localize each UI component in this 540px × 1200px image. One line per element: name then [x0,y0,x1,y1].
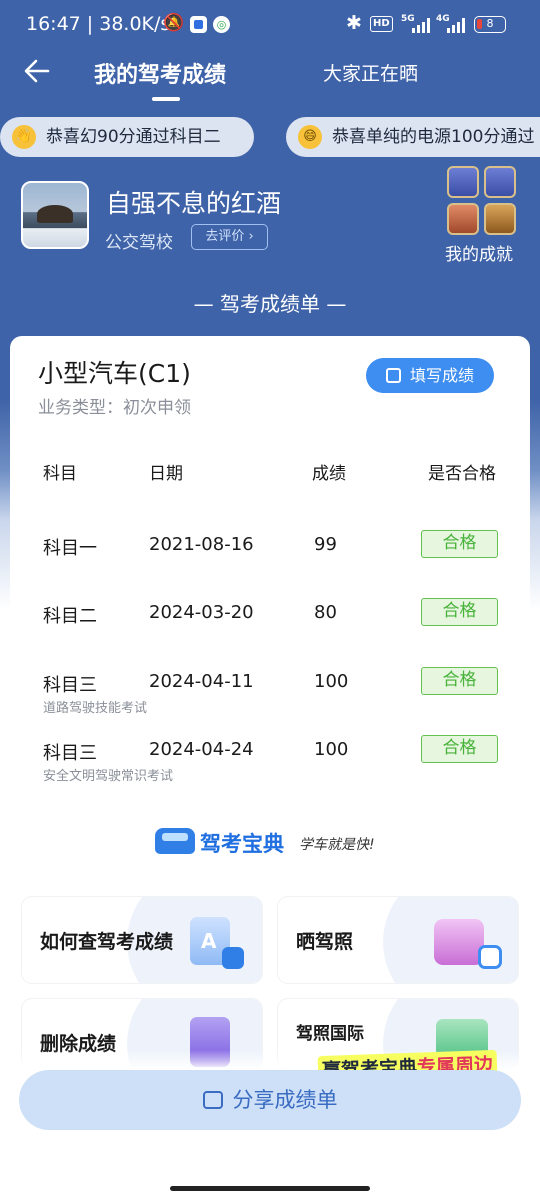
username: 自强不息的红酒 [106,189,282,218]
pass-badge: 合格 [421,667,498,695]
show-license-tile[interactable]: 晒驾照 [278,897,518,983]
column-header-subject: 科目 [43,464,77,484]
column-header-date: 日期 [149,464,183,484]
fill-score-label: 填写成绩 [410,366,475,385]
pass-badge: 合格 [421,735,498,763]
back-arrow-icon[interactable] [22,56,52,86]
smile-emoji-icon: 😄 [298,125,322,149]
row-date: 2024-03-20 [149,602,254,623]
edit-icon [386,368,401,383]
achievement-badge-icon[interactable] [447,203,479,235]
fill-score-button[interactable]: 填写成绩 [366,358,494,393]
achievement-badge-icon[interactable] [447,166,479,198]
tile-label: 如何查驾考成绩 [40,931,174,953]
row-date: 2024-04-24 [149,739,254,760]
camera-icon [478,945,502,969]
brand-slogan: 学车就是快! [299,837,375,853]
pass-badge: 合格 [421,530,498,558]
magnifier-icon [222,947,244,969]
wave-emoji-icon: 👋 [12,125,36,149]
avatar[interactable] [21,181,89,249]
ticker-text: 恭喜幻90分通过科目二 [46,127,221,147]
bluetooth-icon: ✱ [346,12,362,34]
row-score: 100 [314,739,349,760]
my-achievements-link[interactable]: 我的成就 [445,240,513,265]
signal-4g-icon [447,17,469,33]
share-label: 分享成绩单 [232,1088,338,1112]
row-subject: 科目二 [43,606,97,627]
achievement-badge-icon[interactable] [484,166,516,198]
driving-school-name: 公交驾校 [105,233,173,253]
row-date: 2024-04-11 [149,671,254,692]
how-to-check-scores-tile[interactable]: 如何查驾考成绩 A [22,897,262,983]
tab-my-scores[interactable]: 我的驾考成绩 [94,57,226,89]
status-bar: 16:47 | 38.0K/s 🔕 ◎ ✱ HD 5G 4G 8 [0,0,540,50]
active-tab-indicator [152,97,180,101]
tile-label: 晒驾照 [296,931,354,953]
tile-label: 驾照国际 [296,1024,364,1044]
car-logo-icon [155,828,195,854]
ticker-text: 恭喜单纯的电源100分通过 [332,127,535,147]
achievement-badge-icon[interactable] [484,203,516,235]
mute-bell-icon: 🔕 [163,13,185,33]
section-title: — 驾考成绩单 — [193,292,347,316]
photo-icon [434,919,484,965]
share-icon [202,1091,223,1109]
share-button[interactable]: 分享成绩单 [19,1070,521,1130]
tab-everyone-sharing[interactable]: 大家正在晒 [323,59,418,86]
vehicle-type: 小型汽车(C1) [38,359,191,388]
row-subject: 科目三 [43,743,97,764]
row-subject: 科目三 [43,675,97,696]
brand-logo: 驾考宝典 学车就是快! [155,826,385,858]
battery-level: 8 [486,17,494,30]
row-note: 道路驾驶技能考试 [43,701,148,716]
row-score: 99 [314,534,337,555]
column-header-pass: 是否合格 [428,464,496,484]
column-header-score: 成绩 [312,464,346,484]
wechat-notification-icon: ◎ [213,16,230,33]
home-indicator[interactable] [170,1186,370,1191]
business-type: 业务类型：初次申领 [38,398,191,418]
row-score: 80 [314,602,337,623]
status-time: 16:47 | 38.0K/s [26,13,171,35]
pass-badge: 合格 [421,598,498,626]
row-note: 安全文明驾驶常识考试 [43,769,174,784]
signal-5g-icon [412,17,434,33]
battery-icon: 8 [474,16,506,33]
row-date: 2021-08-16 [149,534,254,555]
ticker-item: 👋 恭喜幻90分通过科目二 [0,117,254,157]
row-subject: 科目一 [43,538,97,559]
ticker-item: 😄 恭喜单纯的电源100分通过 [286,117,540,157]
app-notification-icon [190,16,207,33]
hd-voice-icon: HD [370,16,393,32]
brand-name: 驾考宝典 [200,832,284,856]
review-button[interactable]: 去评价 › [191,224,268,250]
row-score: 100 [314,671,349,692]
